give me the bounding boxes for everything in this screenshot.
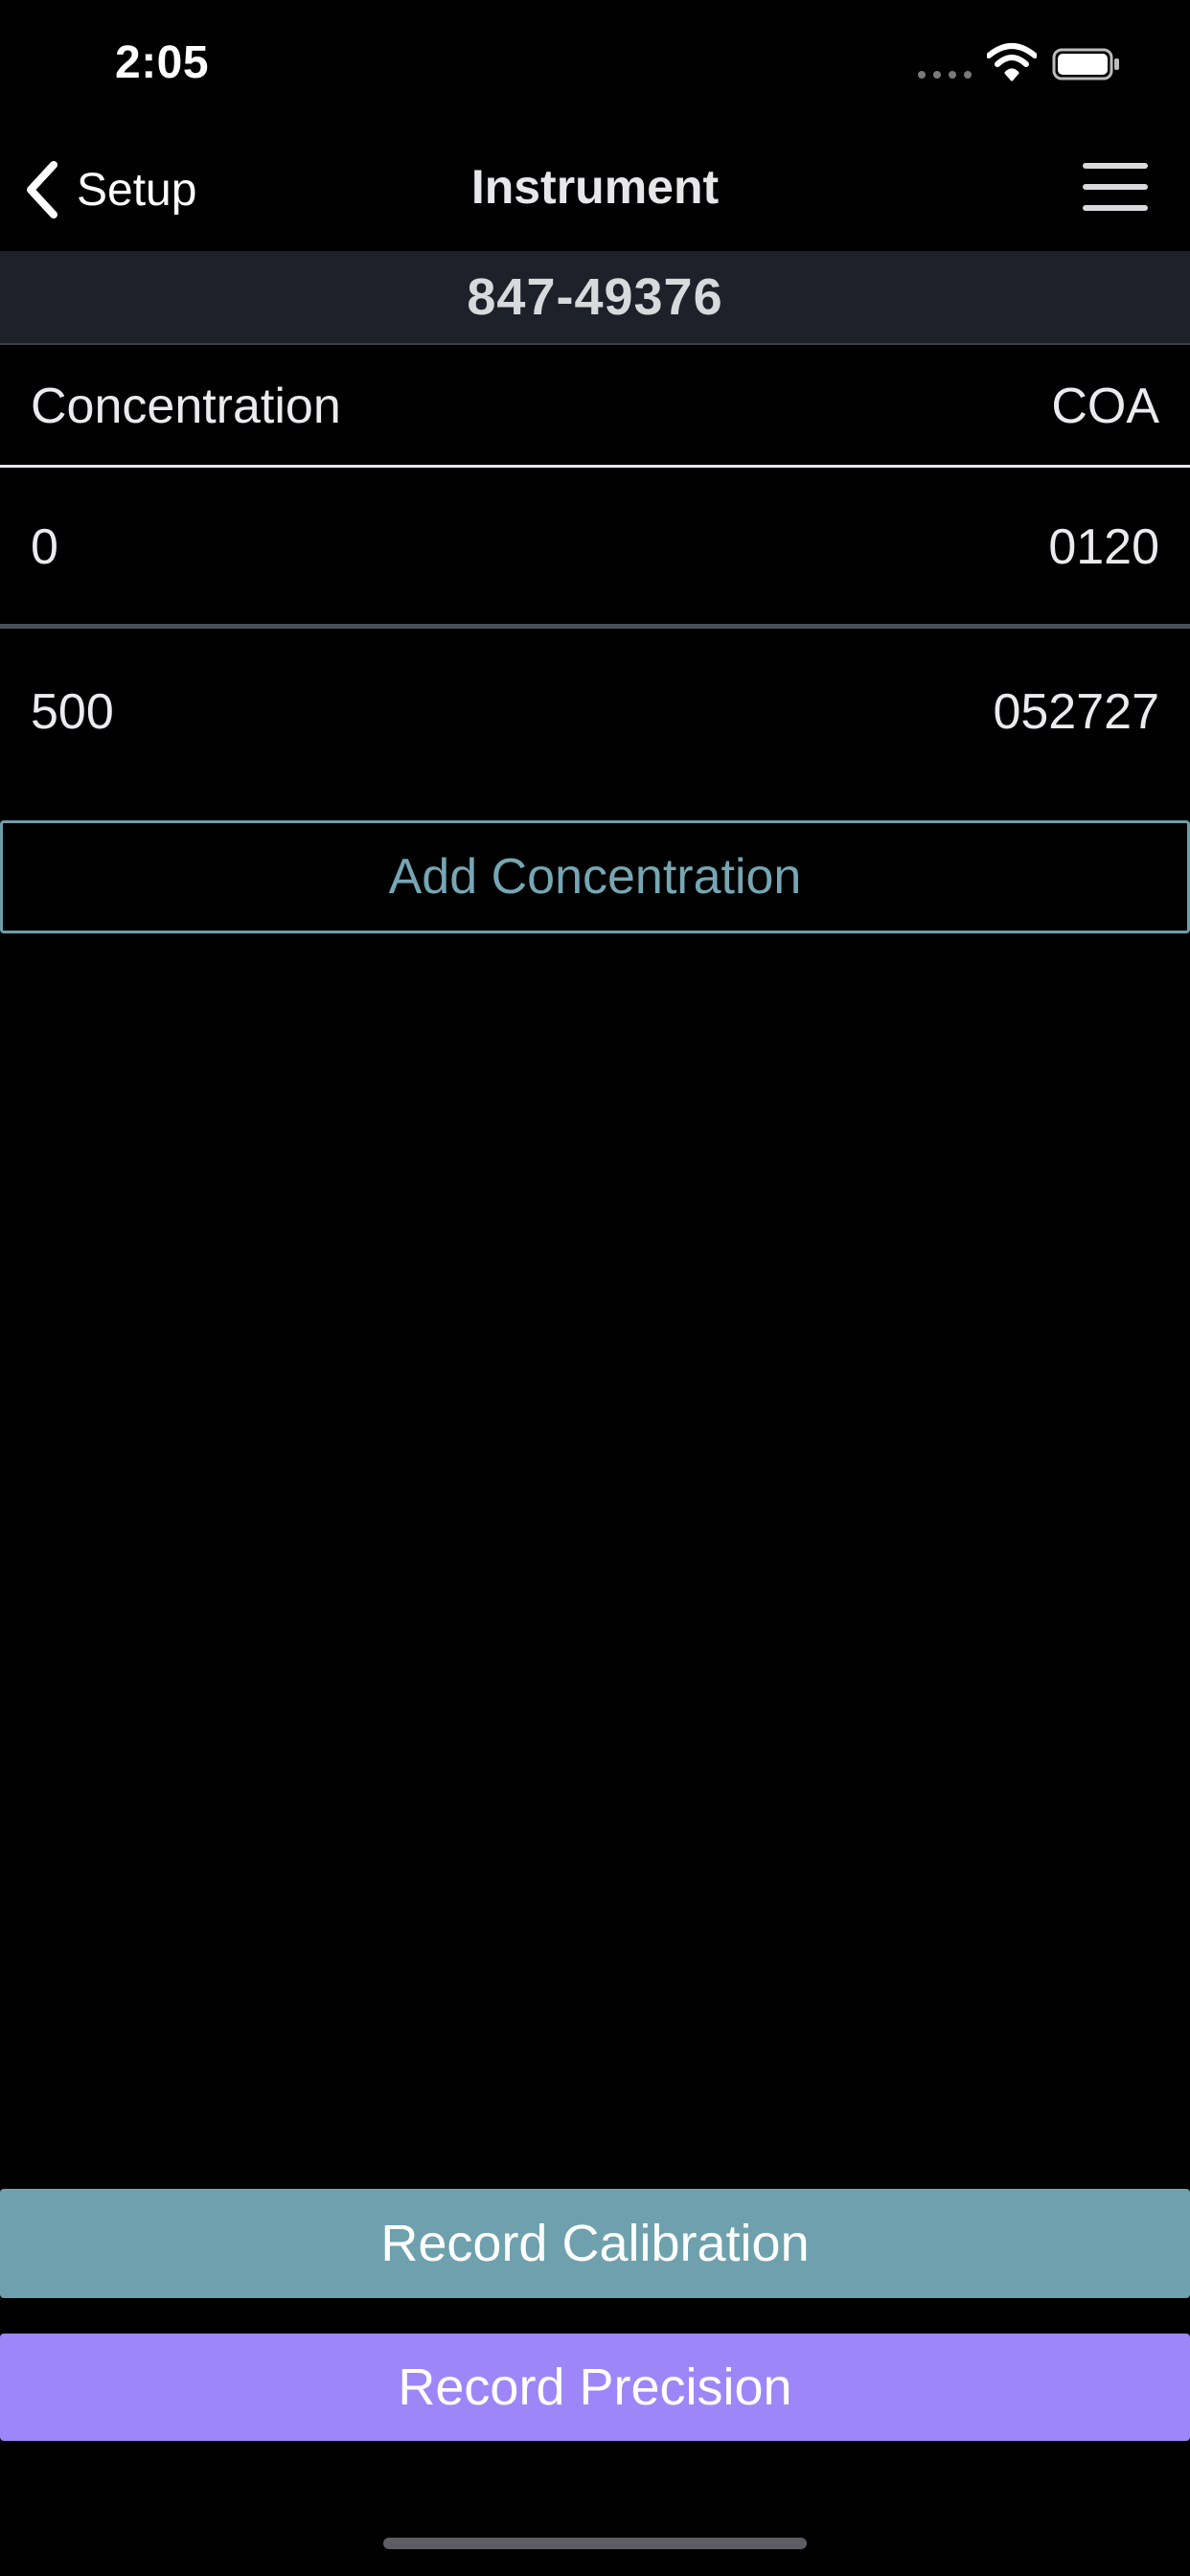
table-row[interactable]: 0 0120 bbox=[0, 470, 1190, 629]
coa-value: 052727 bbox=[993, 684, 1159, 740]
record-precision-button[interactable]: Record Precision bbox=[0, 2334, 1190, 2441]
column-header-coa: COA bbox=[1051, 378, 1159, 434]
hamburger-menu-icon[interactable] bbox=[1083, 163, 1148, 211]
add-concentration-button[interactable]: Add Concentration bbox=[0, 820, 1190, 933]
concentration-value: 0 bbox=[31, 518, 58, 575]
record-calibration-button[interactable]: Record Calibration bbox=[0, 2189, 1190, 2298]
serial-number-header: 847-49376 bbox=[0, 251, 1190, 345]
serial-number: 847-49376 bbox=[467, 268, 723, 326]
status-time: 2:05 bbox=[115, 37, 210, 88]
coa-value: 0120 bbox=[1048, 518, 1159, 575]
column-header-concentration: Concentration bbox=[31, 378, 341, 434]
battery-icon bbox=[1052, 48, 1119, 80]
concentration-value: 500 bbox=[31, 684, 114, 740]
wifi-icon bbox=[987, 43, 1037, 81]
cellular-signal-icon bbox=[918, 71, 973, 79]
home-indicator[interactable] bbox=[383, 2538, 807, 2549]
table-header-row: Concentration COA bbox=[0, 347, 1190, 468]
table-row[interactable]: 500 052727 bbox=[0, 633, 1190, 791]
page-title: Instrument bbox=[470, 160, 720, 214]
